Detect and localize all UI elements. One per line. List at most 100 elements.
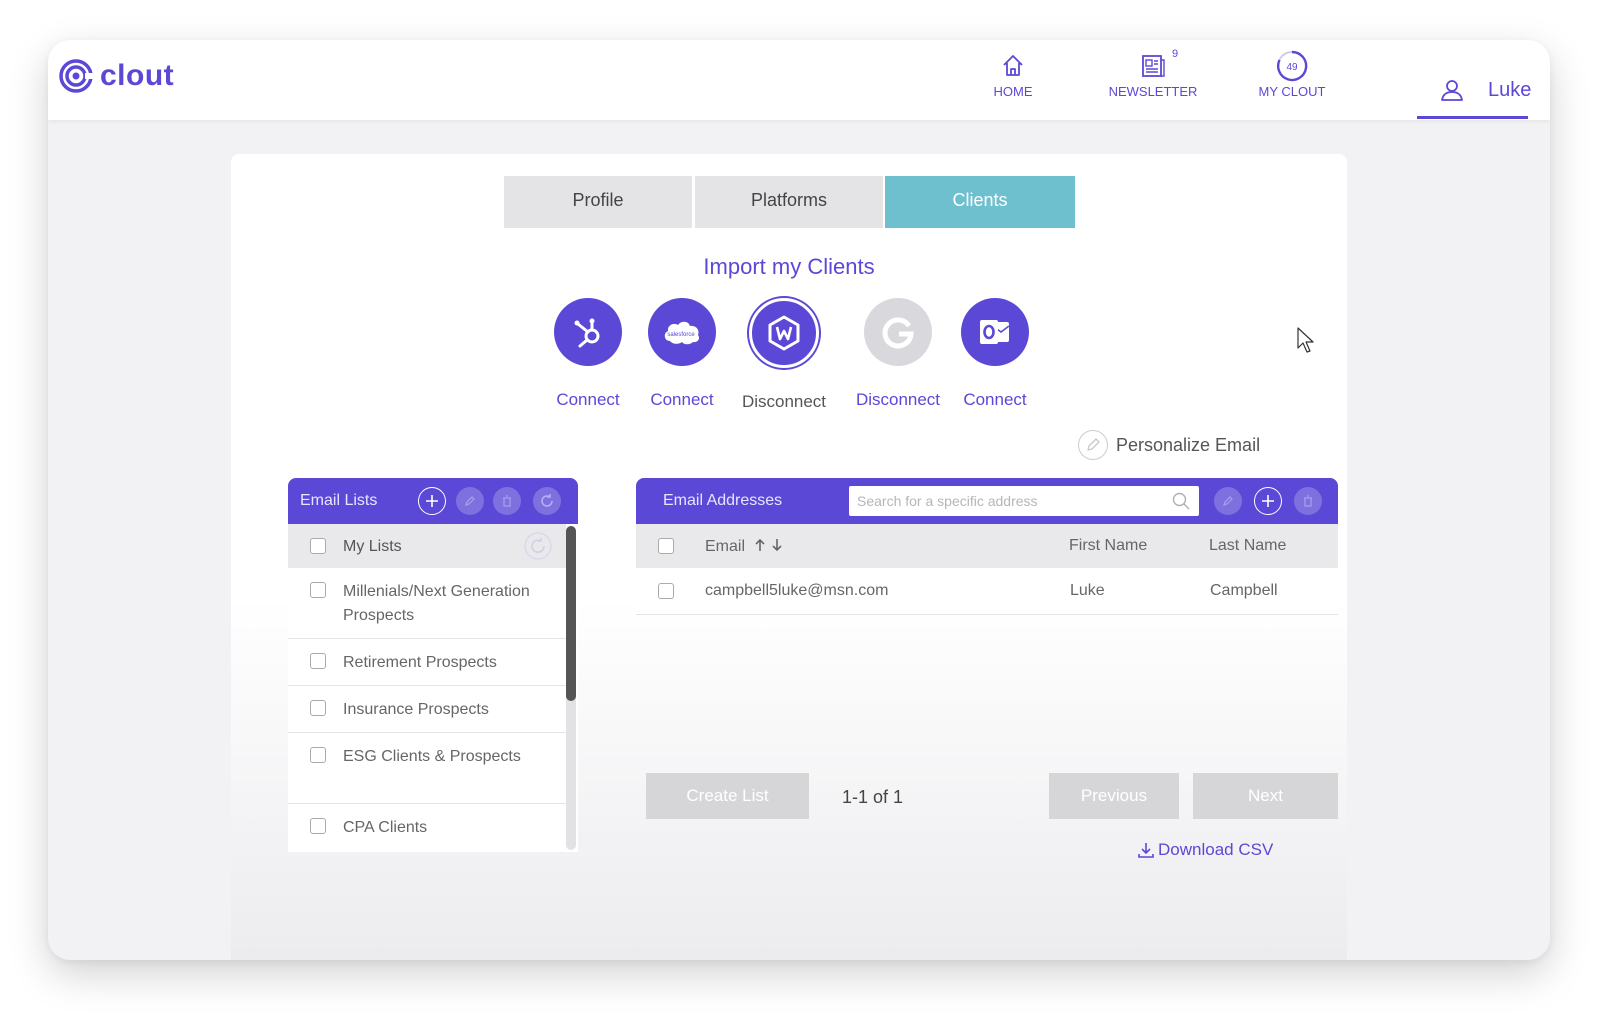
select-all-lists-checkbox[interactable]: [310, 538, 326, 554]
personalize-email-label: Personalize Email: [1116, 434, 1261, 455]
row-first-name: Luke: [1070, 582, 1105, 599]
active-nav-indicator: [1417, 116, 1528, 119]
lists-scrollbar-thumb[interactable]: [566, 526, 576, 701]
row-email: campbell5luke@msn.com: [705, 582, 889, 599]
pencil-icon: [1078, 430, 1108, 460]
nav-my-clout-label: MY CLOUT: [1258, 84, 1326, 99]
column-last-name[interactable]: Last Name: [1209, 537, 1286, 555]
mouse-cursor-icon: [1297, 327, 1314, 353]
newsletter-badge: 9: [1172, 48, 1179, 60]
list-item-label: Retirement Prospects: [343, 654, 497, 671]
column-first-name[interactable]: First Name: [1069, 537, 1147, 555]
list-item-checkbox[interactable]: [310, 582, 326, 598]
email-lists-header: Email Lists: [288, 478, 578, 524]
select-all-addresses-checkbox[interactable]: [658, 538, 674, 554]
list-item[interactable]: ESG Clients & Prospects: [288, 733, 566, 804]
hubspot-connect-link[interactable]: Connect: [538, 390, 638, 410]
nav-my-clout[interactable]: 49 MY CLOUT: [1254, 50, 1330, 99]
list-item-label: Millenials/Next Generation Prospects: [343, 583, 530, 624]
provider-wealthbox: Disconnect: [734, 298, 834, 412]
refresh-lists-icon[interactable]: [524, 532, 552, 560]
google-icon[interactable]: [864, 298, 932, 366]
list-item-checkbox[interactable]: [310, 700, 326, 716]
download-icon: [1138, 843, 1154, 858]
download-csv-link[interactable]: Download CSV: [1137, 840, 1273, 860]
list-item-label: ESG Clients & Prospects: [343, 748, 521, 765]
tab-clients[interactable]: Clients: [885, 176, 1075, 228]
wealthbox-icon[interactable]: [749, 298, 819, 368]
email-addresses-header: Email Addresses: [636, 478, 1338, 524]
salesforce-icon[interactable]: salesforce: [648, 298, 716, 366]
clout-logo-icon: [59, 59, 94, 93]
logo[interactable]: clout: [58, 58, 174, 94]
delete-list-icon[interactable]: [493, 487, 521, 515]
settings-panel: Profile Platforms Clients Import my Clie…: [231, 154, 1347, 960]
wealthbox-disconnect-link[interactable]: Disconnect: [734, 392, 834, 412]
list-item-label: Insurance Prospects: [343, 701, 489, 718]
top-navigation-bar: clout HOME 9 NEWSLETTER 49 MY CLOUT Luke: [48, 40, 1550, 120]
app-window: clout HOME 9 NEWSLETTER 49 MY CLOUT Luke…: [48, 40, 1550, 960]
sync-lists-icon[interactable]: [533, 487, 561, 515]
newsletter-icon: [1142, 55, 1165, 77]
user-name: Luke: [1488, 78, 1532, 101]
add-list-icon[interactable]: [418, 487, 446, 515]
delete-address-icon[interactable]: [1294, 487, 1322, 515]
import-title: Import my Clients: [703, 254, 875, 279]
search-icon[interactable]: [1172, 492, 1190, 510]
column-email-label: Email: [705, 538, 746, 555]
email-lists-panel: Email Lists My Lists Millenials/Next Gen…: [288, 478, 578, 852]
nav-home[interactable]: HOME: [983, 50, 1043, 99]
list-item[interactable]: Millenials/Next Generation Prospects: [288, 568, 566, 639]
provider-google: Disconnect: [848, 298, 948, 410]
my-lists-label: My Lists: [343, 538, 402, 555]
provider-salesforce: salesforce Connect: [632, 298, 732, 410]
nav-home-label: HOME: [993, 84, 1033, 99]
email-addresses-panel: Email Addresses Email: [636, 478, 1338, 798]
edit-address-icon[interactable]: [1214, 487, 1242, 515]
edit-list-icon[interactable]: [456, 487, 484, 515]
list-item-checkbox[interactable]: [310, 747, 326, 763]
list-item[interactable]: CPA Clients: [288, 804, 566, 850]
personalize-email-button[interactable]: Personalize Email: [1078, 430, 1260, 460]
table-row[interactable]: campbell5luke@msn.com Luke Campbell: [636, 568, 1338, 615]
create-list-button[interactable]: Create List: [646, 773, 809, 819]
user-icon: [1441, 80, 1463, 101]
next-button[interactable]: Next: [1193, 773, 1338, 819]
row-checkbox[interactable]: [658, 583, 674, 599]
pagination-count: 1-1 of 1: [842, 787, 904, 807]
my-lists-header: My Lists: [288, 524, 566, 568]
nav-newsletter[interactable]: 9 NEWSLETTER: [1108, 48, 1198, 99]
sort-arrows-icon[interactable]: [753, 537, 787, 553]
email-addresses-title: Email Addresses: [663, 492, 783, 509]
email-lists-title: Email Lists: [300, 492, 378, 509]
tab-profile[interactable]: Profile: [504, 176, 692, 228]
list-item-checkbox[interactable]: [310, 653, 326, 669]
nav-newsletter-label: NEWSLETTER: [1108, 84, 1198, 99]
address-search-input[interactable]: [849, 486, 1199, 516]
lists-scrollbar[interactable]: [566, 526, 576, 850]
outlook-connect-link[interactable]: Connect: [945, 390, 1045, 410]
logo-text: clout: [100, 59, 175, 92]
hubspot-icon[interactable]: [554, 298, 622, 366]
home-icon: [1003, 55, 1023, 76]
addresses-table-header: Email First Name Last Name: [636, 524, 1338, 568]
list-item-checkbox[interactable]: [310, 818, 326, 834]
download-csv-label: Download CSV: [1158, 840, 1274, 859]
clout-score-icon: 49: [1276, 50, 1308, 82]
salesforce-connect-link[interactable]: Connect: [632, 390, 732, 410]
tab-platforms[interactable]: Platforms: [695, 176, 883, 228]
provider-outlook: Connect: [945, 298, 1045, 410]
svg-text:salesforce: salesforce: [667, 332, 695, 338]
column-email[interactable]: Email: [705, 537, 787, 556]
add-address-icon[interactable]: [1254, 487, 1282, 515]
row-last-name: Campbell: [1210, 582, 1278, 599]
outlook-icon[interactable]: [961, 298, 1029, 366]
list-item[interactable]: Retirement Prospects: [288, 639, 566, 686]
user-menu[interactable]: Luke: [1440, 78, 1531, 102]
previous-button[interactable]: Previous: [1049, 773, 1179, 819]
google-disconnect-link[interactable]: Disconnect: [848, 390, 948, 410]
list-item[interactable]: Insurance Prospects: [288, 686, 566, 733]
provider-hubspot: Connect: [538, 298, 638, 410]
list-item-label: CPA Clients: [343, 819, 428, 836]
clout-score: 49: [1286, 62, 1298, 73]
